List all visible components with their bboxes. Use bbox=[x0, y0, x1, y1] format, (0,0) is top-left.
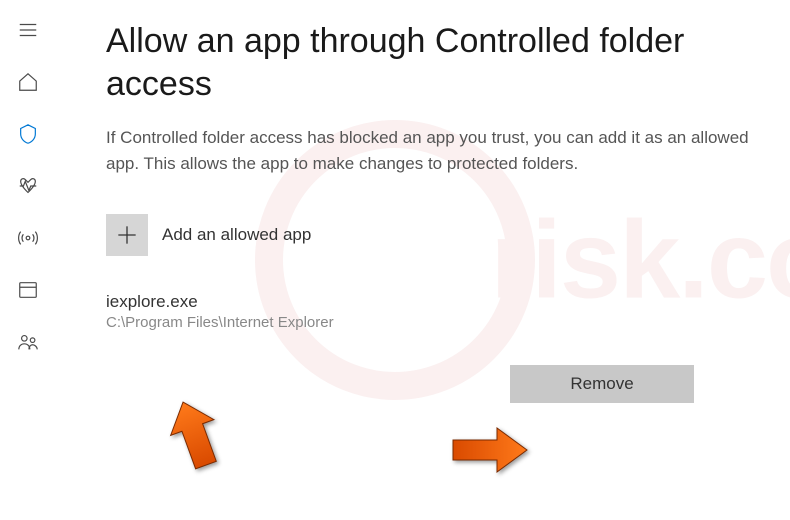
app-name: iexplore.exe bbox=[106, 292, 750, 312]
app-browser-icon[interactable] bbox=[16, 278, 40, 302]
main-content: Allow an app through Controlled folder a… bbox=[56, 0, 790, 520]
remove-button[interactable]: Remove bbox=[510, 365, 694, 403]
family-icon[interactable] bbox=[16, 330, 40, 354]
menu-icon[interactable] bbox=[16, 18, 40, 42]
page-description: If Controlled folder access has blocked … bbox=[106, 125, 750, 176]
allowed-app-item[interactable]: iexplore.exe C:\Program Files\Internet E… bbox=[106, 292, 750, 331]
page-title: Allow an app through Controlled folder a… bbox=[106, 20, 750, 105]
home-icon[interactable] bbox=[16, 70, 40, 94]
plus-icon bbox=[106, 214, 148, 256]
add-button-label: Add an allowed app bbox=[162, 225, 311, 245]
shield-icon[interactable] bbox=[16, 122, 40, 146]
network-icon[interactable] bbox=[16, 226, 40, 250]
app-path: C:\Program Files\Internet Explorer bbox=[106, 314, 750, 331]
add-allowed-app-button[interactable]: Add an allowed app bbox=[106, 214, 311, 256]
sidebar bbox=[0, 0, 56, 520]
health-icon[interactable] bbox=[16, 174, 40, 198]
